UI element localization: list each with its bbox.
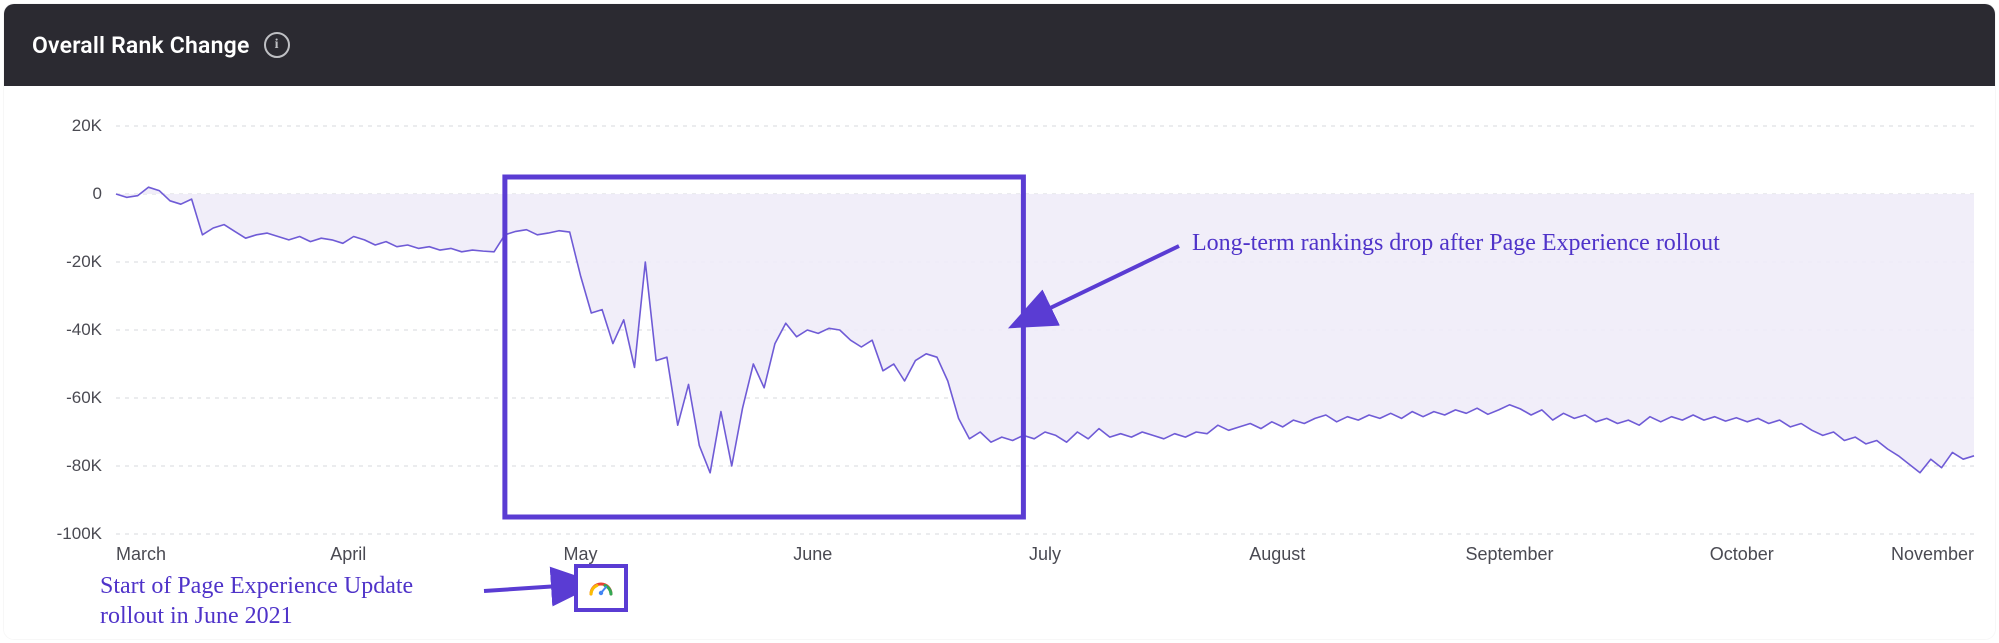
svg-text:November: November: [1891, 544, 1974, 564]
line-chart: 20K 0 -20K -40K -60K -80K -100K March April May Ju…: [4, 86, 1995, 639]
svg-text:-80K: -80K: [66, 456, 103, 475]
svg-text:-60K: -60K: [66, 388, 103, 407]
svg-text:June: June: [793, 544, 832, 564]
gauge-icon: [587, 578, 615, 598]
svg-text:August: August: [1249, 544, 1305, 564]
svg-text:0: 0: [93, 184, 102, 203]
chart-card: Overall Rank Change i 20K 0 -20K -40K -60K -8…: [4, 4, 1995, 639]
svg-text:September: September: [1465, 544, 1553, 564]
svg-text:-100K: -100K: [57, 524, 103, 543]
svg-text:20K: 20K: [72, 116, 103, 135]
card-title: Overall Rank Change: [32, 32, 250, 59]
svg-text:March: March: [116, 544, 166, 564]
svg-text:-40K: -40K: [66, 320, 103, 339]
svg-text:-20K: -20K: [66, 252, 103, 271]
page-experience-badge: [574, 564, 628, 612]
chart-area: 20K 0 -20K -40K -60K -80K -100K March April May Ju…: [4, 86, 1995, 639]
svg-text:July: July: [1029, 544, 1061, 564]
annotation-drop: Long-term rankings drop after Page Exper…: [1192, 228, 1720, 258]
svg-text:October: October: [1710, 544, 1774, 564]
svg-text:May: May: [563, 544, 597, 564]
annotation-start: Start of Page Experience Update rollout …: [100, 571, 560, 631]
annotation-start-line1: Start of Page Experience Update: [100, 573, 413, 599]
card-header: Overall Rank Change i: [4, 4, 1995, 86]
annotation-start-line2: rollout in June 2021: [100, 603, 293, 629]
svg-text:April: April: [330, 544, 366, 564]
info-icon[interactable]: i: [264, 32, 290, 58]
